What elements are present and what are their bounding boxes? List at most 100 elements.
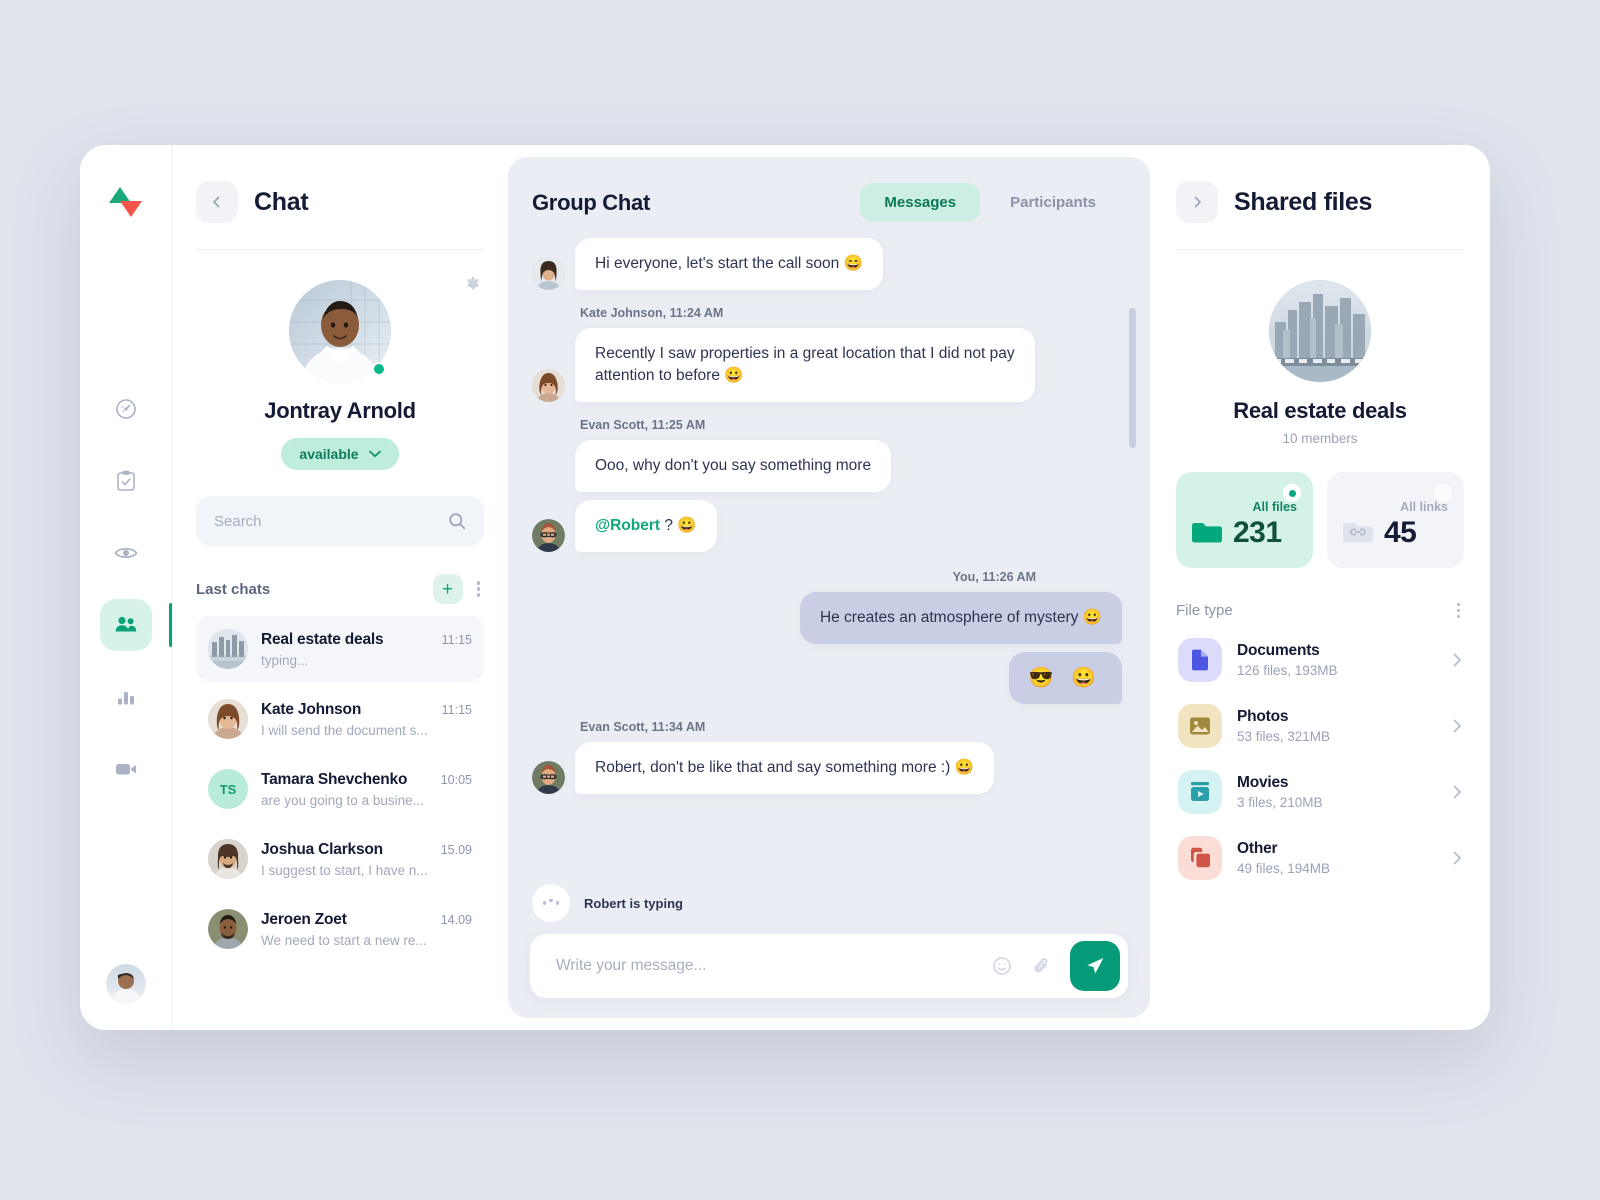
file-type-item-movies[interactable]: Movies 3 files, 210MB bbox=[1176, 759, 1464, 825]
chat-list-panel: Chat Jontray Arnold available Search Las… bbox=[172, 145, 508, 1030]
document-icon bbox=[1178, 637, 1222, 682]
group-members-count: 10 members bbox=[1282, 431, 1358, 446]
chat-list-item[interactable]: Kate Johnson 11:15 I will send the docum… bbox=[196, 686, 484, 752]
rail-dashboard-icon[interactable] bbox=[100, 383, 152, 435]
all-files-card[interactable]: All files 231 bbox=[1176, 472, 1313, 568]
group-name: Real estate deals bbox=[1233, 398, 1407, 423]
conversation-panel: Group Chat Messages Participants Hi ever… bbox=[508, 157, 1150, 1018]
file-type-more-icon[interactable] bbox=[1453, 598, 1465, 623]
rail-contacts-icon[interactable] bbox=[99, 599, 173, 651]
all-files-label: All files bbox=[1252, 500, 1297, 514]
message-block: Hi everyone, let's start the call soon 😄 bbox=[532, 238, 1122, 290]
chat-item-preview: I will send the document s... bbox=[261, 722, 428, 738]
all-files-value: 231 bbox=[1233, 516, 1282, 549]
tab-messages[interactable]: Messages bbox=[860, 183, 981, 222]
app-logo-icon bbox=[103, 181, 149, 223]
file-type-name: Movies bbox=[1237, 773, 1289, 791]
avatar bbox=[532, 257, 565, 290]
typing-indicator-row: Robert is typing bbox=[508, 870, 1150, 934]
message-composer[interactable] bbox=[530, 934, 1128, 998]
link-folder-icon bbox=[1343, 523, 1373, 543]
all-links-card[interactable]: All links 45 bbox=[1327, 472, 1464, 568]
shared-files-title: Shared files bbox=[1234, 187, 1373, 216]
tab-participants[interactable]: Participants bbox=[986, 183, 1120, 222]
file-type-item-photos[interactable]: Photos 53 files, 321MB bbox=[1176, 693, 1464, 759]
movie-icon bbox=[1178, 769, 1222, 814]
chat-item-body: Joshua Clarkson 15.09 I suggest to start… bbox=[261, 841, 472, 878]
messages-scrollbar[interactable] bbox=[1129, 308, 1136, 448]
back-button[interactable] bbox=[196, 181, 238, 223]
message-meta: Evan Scott, 11:34 AM bbox=[580, 720, 706, 735]
file-type-body: Documents 126 files, 193MB bbox=[1237, 642, 1438, 678]
attachment-icon[interactable] bbox=[1022, 956, 1062, 976]
mention-link[interactable]: @Robert bbox=[595, 517, 660, 534]
chat-item-preview: are you going to a busine... bbox=[261, 792, 424, 808]
stat-cards: All files 231 All links 45 bbox=[1176, 472, 1464, 568]
file-type-item-other[interactable]: Other 49 files, 194MB bbox=[1176, 825, 1464, 891]
new-files-badge bbox=[1283, 484, 1301, 502]
chat-item-name: Tamara Shevchenko bbox=[261, 770, 408, 788]
rail-tasks-icon[interactable] bbox=[100, 455, 152, 507]
message-meta: Kate Johnson, 11:24 AM bbox=[580, 306, 724, 320]
search-input[interactable] bbox=[214, 512, 448, 530]
search-box[interactable] bbox=[196, 496, 484, 546]
file-type-item-documents[interactable]: Documents 126 files, 193MB bbox=[1176, 627, 1464, 693]
message-row: 😎 😀 bbox=[532, 652, 1122, 705]
rail-video-icon[interactable] bbox=[100, 743, 152, 795]
send-icon bbox=[1087, 958, 1104, 974]
chevron-down-icon bbox=[368, 450, 381, 458]
avatar bbox=[532, 519, 565, 552]
avatar bbox=[532, 761, 565, 795]
chat-item-body: Jeroen Zoet 14.09 We need to start a new… bbox=[261, 911, 472, 948]
conversation-title: Group Chat bbox=[532, 189, 650, 215]
chat-list-item[interactable]: TS Tamara Shevchenko 10:05 are you going… bbox=[196, 756, 484, 822]
chat-item-body: Tamara Shevchenko 10:05 are you going to… bbox=[261, 771, 472, 808]
file-type-body: Movies 3 files, 210MB bbox=[1237, 774, 1438, 810]
file-type-sub: 53 files, 321MB bbox=[1237, 728, 1331, 744]
chat-item-name: Joshua Clarkson bbox=[261, 840, 383, 858]
avatar bbox=[208, 629, 248, 669]
all-links-value: 45 bbox=[1384, 516, 1417, 549]
chat-list-item[interactable]: Real estate deals 11:15 typing... bbox=[196, 616, 484, 682]
copy-icon bbox=[1178, 835, 1222, 880]
chat-item-preview: typing... bbox=[261, 652, 309, 668]
chat-item-name: Jeroen Zoet bbox=[261, 910, 347, 928]
message-bubble: Ooo, why don't you say something more bbox=[575, 440, 892, 492]
message-bubble: Recently I saw properties in a great loc… bbox=[575, 328, 1035, 402]
forward-button[interactable] bbox=[1176, 181, 1218, 223]
rail-analytics-icon[interactable] bbox=[100, 671, 152, 723]
online-status-dot bbox=[372, 362, 386, 376]
current-user-avatar[interactable] bbox=[105, 964, 146, 1004]
file-type-sub: 3 files, 210MB bbox=[1237, 794, 1323, 810]
messages-scroll-area[interactable]: Hi everyone, let's start the call soon 😄… bbox=[508, 204, 1150, 870]
image-icon bbox=[1178, 703, 1222, 748]
send-button[interactable] bbox=[1070, 941, 1120, 991]
conversation-tabs: Messages Participants bbox=[860, 183, 1120, 222]
left-icon-rail bbox=[80, 145, 173, 1030]
status-dropdown[interactable]: available bbox=[281, 438, 399, 470]
message-row: Recently I saw properties in a great loc… bbox=[532, 328, 1122, 402]
message-input[interactable] bbox=[556, 957, 982, 975]
emoji-icon[interactable] bbox=[982, 956, 1022, 976]
profile-avatar-wrap bbox=[289, 280, 391, 382]
chat-list-item[interactable]: Jeroen Zoet 14.09 We need to start a new… bbox=[196, 896, 484, 962]
chevron-right-icon bbox=[1453, 653, 1461, 666]
message-row: He creates an atmosphere of mystery 😀 bbox=[532, 592, 1122, 644]
chat-list-more-icon[interactable] bbox=[473, 577, 485, 602]
chat-item-preview: We need to start a new re... bbox=[261, 932, 427, 948]
chat-item-name: Kate Johnson bbox=[261, 700, 362, 718]
chat-list-item[interactable]: Joshua Clarkson 15.09 I suggest to start… bbox=[196, 826, 484, 892]
message-block: @Robert ? 😀 bbox=[532, 500, 1122, 552]
file-type-header: File type bbox=[1176, 598, 1464, 623]
shared-files-header: Shared files bbox=[1176, 181, 1464, 249]
rail-eye-icon[interactable] bbox=[100, 527, 152, 579]
add-chat-button[interactable]: + bbox=[432, 574, 463, 604]
chat-item-time: 11:15 bbox=[441, 702, 472, 717]
message-row: Ooo, why don't you say something more bbox=[532, 440, 1122, 492]
file-type-sub: 126 files, 193MB bbox=[1237, 662, 1338, 678]
message-row: Robert, don't be like that and say somet… bbox=[532, 742, 1122, 795]
message-block: Evan Scott, 11:25 AM Ooo, why don't you … bbox=[532, 418, 1122, 492]
group-avatar[interactable] bbox=[1269, 280, 1371, 382]
message-bubble-emoji: 😎 😀 bbox=[1008, 652, 1122, 705]
settings-gear-icon[interactable] bbox=[464, 276, 482, 299]
